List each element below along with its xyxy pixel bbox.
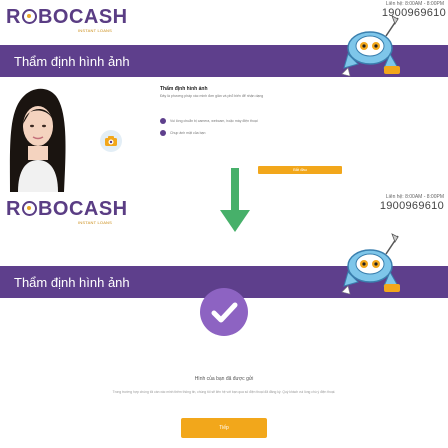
step-text: Vui lòng chuẩn bị camera, webcam, hoặc m… [170, 119, 258, 123]
logo-o-icon [21, 9, 37, 24]
verification-note: Trong trường hợp chúng tôi cần xác minh … [112, 390, 336, 394]
banner-title: Thẩm định hình ảnh [14, 54, 130, 69]
section-description: Đây là phương pháp xác minh đơn giản và … [160, 94, 264, 98]
woman-portrait-photo [9, 88, 66, 192]
camera-icon [105, 136, 117, 146]
robocash-logo[interactable]: R BOCASH [6, 198, 128, 221]
step-item-prepare-camera: Vui lòng chuẩn bị camera, webcam, hoặc m… [160, 118, 258, 124]
checkmark-icon [211, 302, 238, 323]
next-button[interactable]: Tiếp [181, 418, 267, 438]
robocash-logo[interactable]: R BOCASH [6, 6, 128, 29]
logo-text: BOCASH [37, 198, 128, 220]
robot-mascot-icon [341, 233, 400, 295]
logo-tagline: INSTANT LOANS [78, 28, 113, 33]
logo-o-icon [21, 201, 37, 216]
start-button[interactable]: Bắt đầu [258, 166, 342, 174]
step-text: Chụp ảnh mặt của bạn [170, 131, 206, 135]
robot-mascot-icon [341, 15, 400, 77]
step-bullet-icon [160, 130, 166, 136]
step-item-take-photo: Chụp ảnh mặt của bạn [160, 130, 205, 136]
logo-letter-r: R [6, 198, 21, 220]
logo-text: BOCASH [37, 6, 128, 28]
photo-sent-message: Hình của bạn đã được gửi [194, 376, 254, 382]
bottom-screen: R BOCASH INSTANT LOANS Liên hệ: 8:00AM - … [0, 192, 448, 448]
section-title: Thẩm định hình ảnh [160, 86, 208, 92]
hotline-number[interactable]: 1900969610 [380, 200, 444, 212]
banner-title: Thẩm định hình ảnh [14, 275, 130, 290]
logo-tagline: INSTANT LOANS [78, 220, 113, 225]
step-bullet-icon [160, 118, 166, 124]
logo-letter-r: R [6, 6, 21, 28]
top-screen: R BOCASH INSTANT LOANS Liên hệ: 8:00AM - … [0, 0, 448, 192]
